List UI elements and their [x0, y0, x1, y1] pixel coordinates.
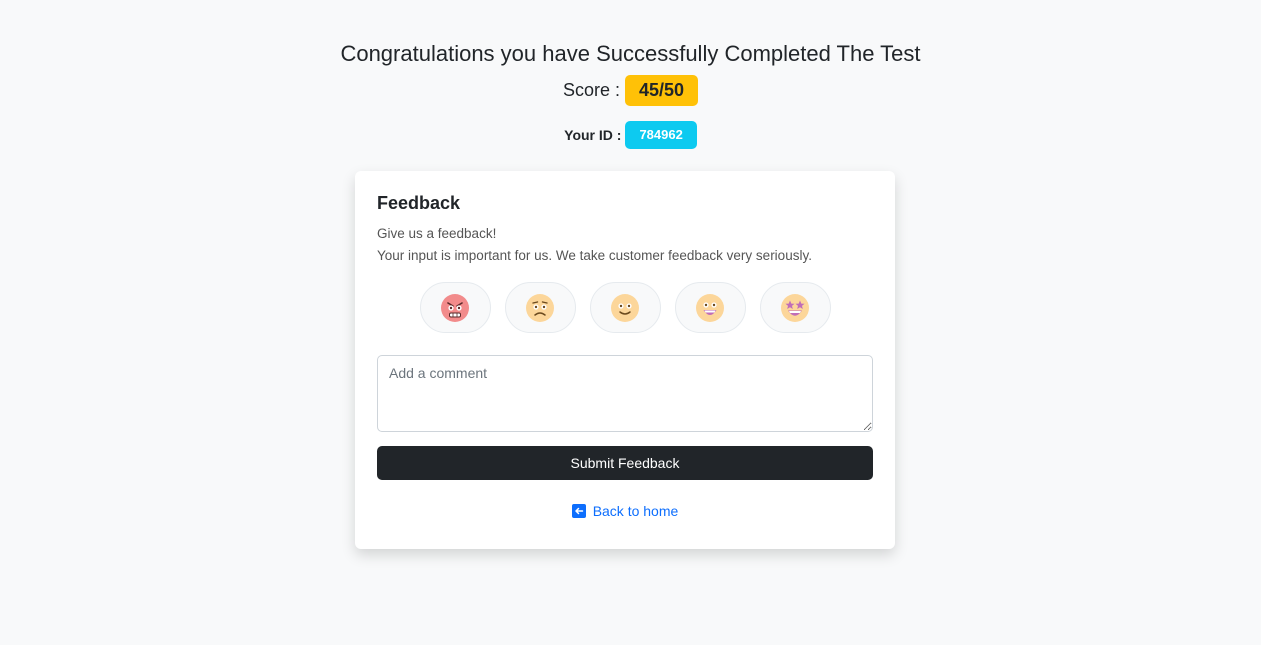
score-row: Score : 45/50 [0, 75, 1261, 106]
back-to-home-link[interactable]: Back to home [377, 503, 873, 519]
rating-button-1[interactable] [419, 282, 491, 333]
feedback-card: Feedback Give us a feedback! Your input … [355, 171, 895, 549]
back-to-home-label: Back to home [592, 503, 679, 519]
id-badge: 784962 [625, 121, 697, 149]
page-title: Congratulations you have Successfully Co… [340, 41, 921, 66]
rating-button-2[interactable] [504, 282, 576, 333]
submit-feedback-button[interactable]: Submit Feedback [377, 446, 873, 480]
confused-face-icon [526, 293, 554, 322]
feedback-description: Give us a feedback! Your input is import… [377, 223, 873, 267]
emoji-rating [377, 282, 873, 333]
feedback-line-2: Your input is important for us. We take … [377, 248, 812, 263]
rating-button-3[interactable] [589, 282, 661, 333]
arrow-left-square-icon [571, 504, 586, 518]
grinning-face-icon [696, 293, 724, 322]
rating-button-5[interactable] [759, 282, 831, 333]
score-badge: 45/50 [624, 75, 699, 106]
result-header: Congratulations you have Successfully Co… [0, 40, 1261, 149]
comment-input[interactable] [377, 355, 873, 432]
feedback-title: Feedback [377, 193, 461, 213]
id-row: Your ID : 784962 [0, 121, 1261, 149]
rating-button-4[interactable] [674, 282, 746, 333]
id-label: Your ID : [564, 127, 622, 143]
smiling-face-icon [611, 293, 639, 322]
feedback-line-1: Give us a feedback! [377, 226, 497, 241]
score-label: Score : [562, 80, 620, 100]
star-struck-face-icon [781, 293, 809, 322]
angry-face-icon [441, 293, 469, 322]
